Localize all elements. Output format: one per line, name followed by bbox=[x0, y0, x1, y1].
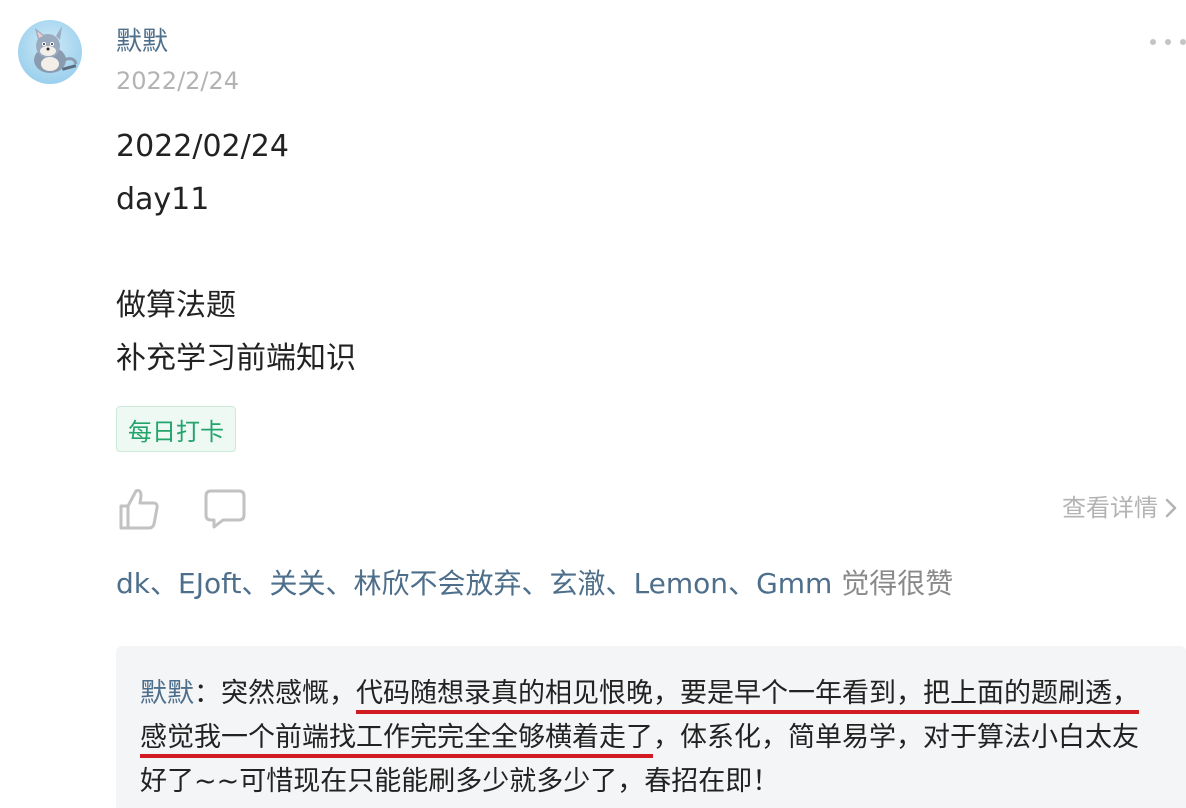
likes-suffix: 觉得很赞 bbox=[832, 567, 954, 600]
content-line: 做算法题 bbox=[116, 288, 236, 323]
liker-separator: 、 bbox=[605, 567, 634, 600]
avatar[interactable] bbox=[18, 20, 82, 84]
chevron-right-icon bbox=[1165, 498, 1177, 518]
comment-colon: ： bbox=[194, 678, 221, 709]
liker-name[interactable]: Lemon bbox=[634, 567, 729, 600]
likers-list: dk、EJoft、关关、林欣不会放弃、玄澈、Lemon、Gmm 觉得很赞 bbox=[116, 564, 953, 604]
more-dots-icon bbox=[1150, 39, 1156, 45]
content-line bbox=[116, 226, 356, 279]
view-details-link[interactable]: 查看详情 bbox=[1062, 492, 1178, 524]
cat-avatar-icon bbox=[34, 26, 78, 73]
more-button[interactable] bbox=[1150, 30, 1186, 54]
comment-bubble-icon bbox=[204, 489, 246, 529]
liker-separator: 、 bbox=[325, 567, 354, 600]
post-card: 默默 2022/2/24 2022/02/24 day11 做算法题 补充学习前… bbox=[0, 0, 1186, 808]
view-details-label: 查看详情 bbox=[1062, 494, 1158, 522]
thumbs-up-icon bbox=[119, 489, 159, 530]
comment-author[interactable]: 默默 bbox=[140, 678, 194, 709]
more-dot bbox=[1165, 39, 1171, 45]
liker-separator: 、 bbox=[728, 567, 757, 600]
liker-name[interactable]: 玄澈 bbox=[550, 567, 606, 600]
content-line: day11 bbox=[116, 182, 210, 217]
post-content: 2022/02/24 day11 做算法题 补充学习前端知识 bbox=[116, 120, 356, 385]
comment-box: 默默：突然感慨，代码随想录真的相见恨晚，要是早个一年看到，把上面的题刷透，感觉我… bbox=[116, 646, 1186, 808]
liker-separator: 、 bbox=[521, 567, 550, 600]
comment-segment: 突然感慨， bbox=[221, 678, 356, 709]
liker-name[interactable]: EJoft bbox=[178, 567, 241, 600]
like-button[interactable] bbox=[116, 486, 162, 532]
liker-name[interactable]: dk bbox=[116, 567, 150, 600]
liker-name[interactable]: 关关 bbox=[269, 567, 325, 600]
liker-name[interactable]: Gmm bbox=[756, 567, 832, 600]
content-line: 2022/02/24 bbox=[116, 129, 289, 164]
liker-separator: 、 bbox=[241, 567, 270, 600]
liker-separator: 、 bbox=[150, 567, 179, 600]
author-name[interactable]: 默默 bbox=[116, 26, 168, 58]
comment-button[interactable] bbox=[202, 486, 248, 532]
content-line: 补充学习前端知识 bbox=[116, 341, 356, 376]
comment-text: 默默：突然感慨，代码随想录真的相见恨晚，要是早个一年看到，把上面的题刷透，感觉我… bbox=[140, 672, 1160, 804]
liker-name[interactable]: 林欣不会放弃 bbox=[354, 567, 522, 600]
more-dot bbox=[1180, 39, 1186, 45]
topic-tag[interactable]: 每日打卡 bbox=[116, 406, 236, 452]
post-date: 2022/2/24 bbox=[116, 67, 240, 95]
